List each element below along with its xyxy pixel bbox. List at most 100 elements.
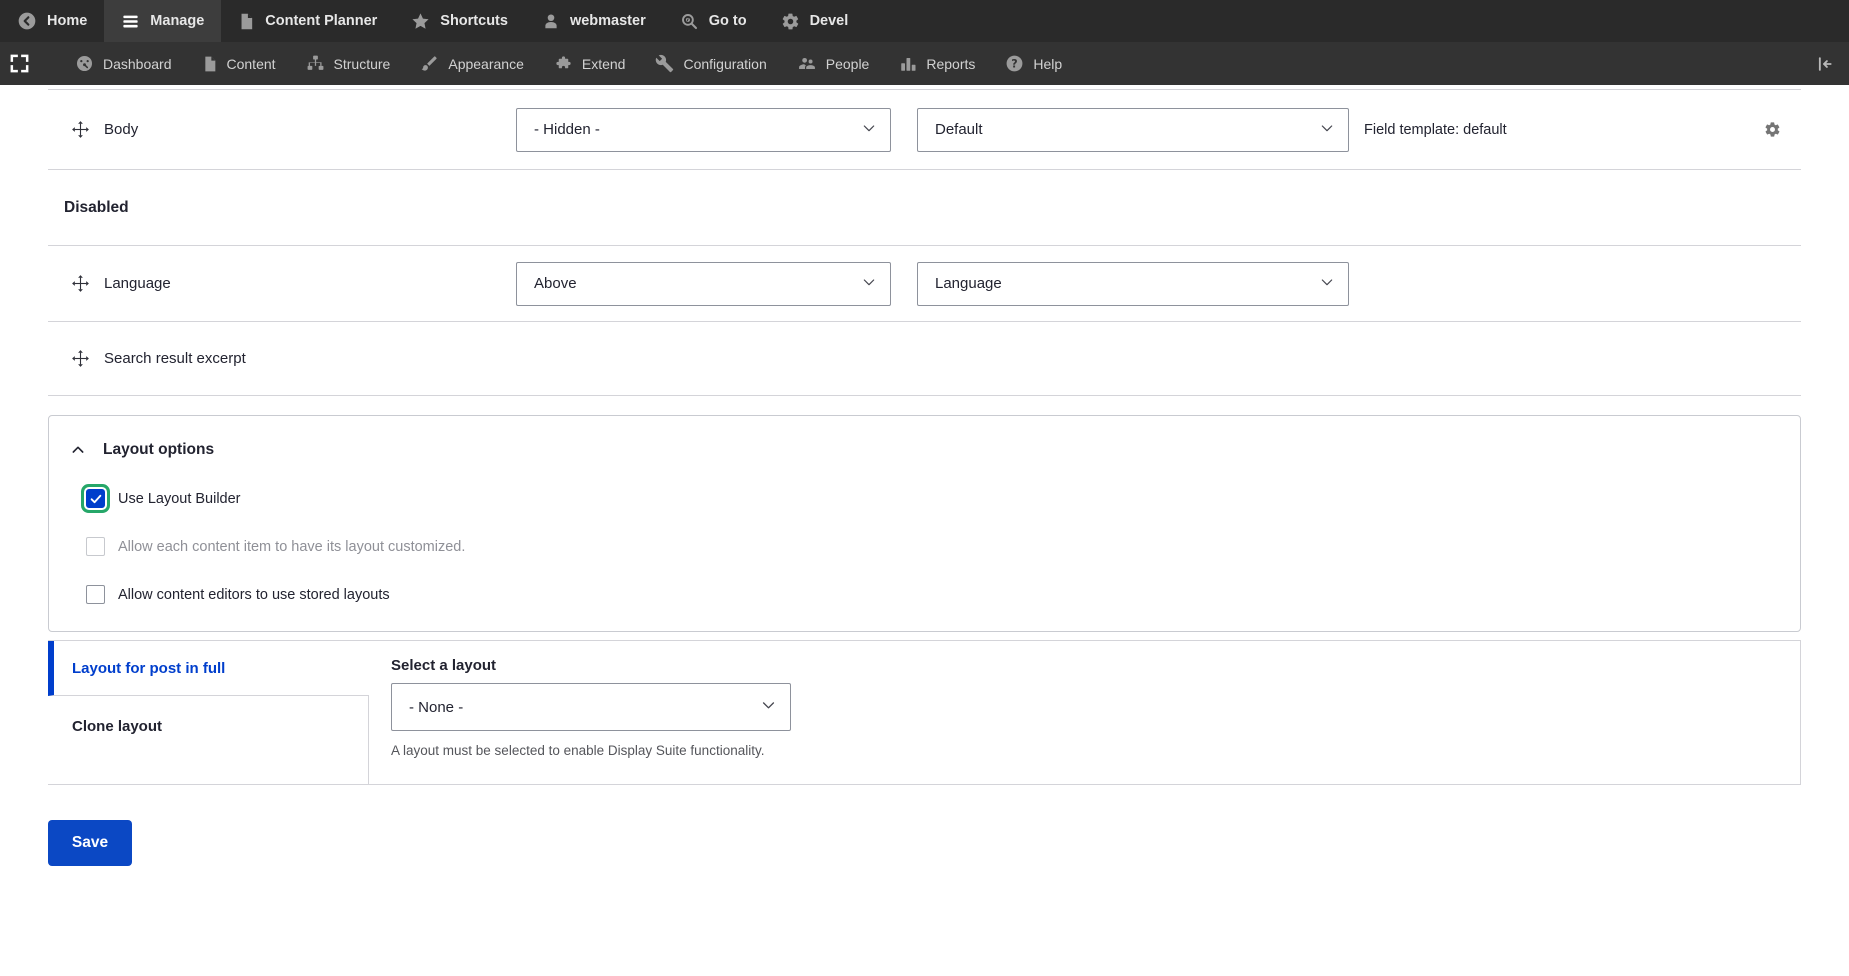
layout-select[interactable]: - None - — [391, 683, 791, 731]
use-layout-builder-checkbox[interactable] — [86, 489, 105, 508]
toolbar-item-user[interactable]: webmaster — [525, 0, 663, 42]
vertical-tabs-menu: Layout for post in full Clone layout — [48, 641, 369, 784]
field-region-select[interactable]: - Hidden - — [516, 107, 891, 152]
select-value: - None - — [409, 698, 464, 716]
field-label: Search result excerpt — [104, 350, 246, 367]
field-row-language: Language Above Language — [48, 246, 1801, 322]
checkbox-row-allow-custom: Allow each content item to have its layo… — [86, 537, 1800, 556]
toolbar-orientation-toggle-icon[interactable] — [1813, 42, 1835, 85]
toolbar-item-goto[interactable]: Go to — [663, 0, 764, 42]
gear-icon — [781, 12, 800, 31]
chevron-down-icon — [760, 697, 777, 718]
field-settings-gear-icon[interactable] — [1764, 121, 1781, 138]
field-label: Body — [104, 121, 139, 138]
toolbar-item-label: Content Planner — [265, 13, 378, 29]
layout-vertical-tabs: Layout for post in full Clone layout Sel… — [48, 640, 1801, 785]
toolbar-item-label: Home — [47, 13, 88, 29]
disabled-section-row: Disabled — [48, 170, 1801, 246]
toolbar-item-label: webmaster — [569, 13, 646, 29]
user-icon — [542, 12, 560, 31]
admin-item-structure[interactable]: Structure — [291, 42, 406, 85]
field-label-cell: Language — [48, 274, 516, 293]
checkbox-label: Allow each content item to have its layo… — [118, 538, 466, 555]
stored-layouts-checkbox[interactable] — [86, 585, 105, 604]
field-formatter-select[interactable]: Default — [917, 107, 1349, 152]
select-value: - Hidden - — [534, 121, 600, 138]
drupal-admin-icon[interactable] — [0, 42, 38, 85]
toolbar-admin: Dashboard Content Structure Appearance E… — [0, 42, 1849, 85]
admin-item-configuration[interactable]: Configuration — [640, 42, 781, 85]
admin-item-label: Content — [226, 55, 276, 72]
wrench-icon — [655, 54, 674, 73]
sitemap-icon — [306, 54, 325, 73]
toolbar-item-manage[interactable]: Manage — [104, 0, 222, 42]
checkbox-label[interactable]: Use Layout Builder — [118, 491, 241, 507]
admin-item-people[interactable]: People — [782, 42, 885, 85]
admin-item-label: Help — [1033, 55, 1063, 72]
bar-chart-icon — [899, 55, 917, 73]
toolbar-item-label: Shortcuts — [440, 13, 508, 29]
admin-item-appearance[interactable]: Appearance — [405, 42, 539, 85]
select-value: Above — [534, 275, 577, 292]
checkbox-label[interactable]: Allow content editors to use stored layo… — [118, 587, 390, 603]
admin-item-extend[interactable]: Extend — [539, 42, 641, 85]
field-label-cell: Body — [48, 120, 516, 139]
toolbar-item-label: Manage — [150, 13, 205, 29]
admin-item-label: Extend — [581, 55, 626, 72]
hamburger-icon — [121, 12, 140, 31]
chevron-down-icon — [861, 120, 877, 140]
search-icon — [680, 12, 699, 31]
brush-icon — [420, 54, 439, 73]
drag-handle-icon[interactable] — [71, 349, 90, 368]
field-template-cell: Field template: default — [1364, 121, 1801, 138]
toolbar-item-label: Devel — [809, 13, 849, 29]
allow-custom-layout-checkbox — [86, 537, 105, 556]
toolbar-item-home[interactable]: Home — [0, 0, 104, 42]
toolbar-item-shortcuts[interactable]: Shortcuts — [394, 0, 525, 42]
checkbox-row-use-layout-builder: Use Layout Builder — [86, 489, 1800, 508]
layout-options-legend[interactable]: Layout options — [49, 416, 1800, 459]
tab-layout-for-post-in-full[interactable]: Layout for post in full — [48, 641, 369, 696]
field-row-body: Body - Hidden - Default Field template: … — [48, 90, 1801, 170]
file-icon — [238, 12, 255, 31]
chevron-down-icon — [1319, 120, 1335, 140]
toolbar-top: Home Manage Content Planner Shortcuts we… — [0, 0, 1849, 42]
admin-item-label: Appearance — [448, 55, 524, 72]
vertical-tabs-pane: Select a layout - None - A layout must b… — [368, 641, 1800, 784]
svg-text:?: ? — [1012, 57, 1018, 70]
legend-text: Layout options — [103, 441, 215, 458]
toolbar-item-label: Go to — [708, 13, 747, 29]
save-button[interactable]: Save — [48, 820, 132, 866]
admin-item-label: Structure — [333, 55, 391, 72]
drag-handle-icon[interactable] — [71, 120, 90, 139]
admin-item-label: Reports — [926, 55, 976, 72]
admin-item-help[interactable]: ? Help — [990, 42, 1077, 85]
disabled-heading: Disabled — [64, 198, 129, 216]
select-value: Default — [935, 121, 983, 138]
tab-label: Clone layout — [72, 718, 163, 735]
admin-item-label: People — [825, 55, 870, 72]
back-arrow-icon — [17, 11, 37, 31]
bottom-whitespace — [48, 866, 1801, 976]
field-label-cell: Search result excerpt — [48, 349, 516, 368]
field-region-select[interactable]: Above — [516, 261, 891, 306]
field-formatter-select[interactable]: Language — [917, 261, 1349, 306]
drag-handle-icon[interactable] — [71, 274, 90, 293]
admin-item-dashboard[interactable]: Dashboard — [60, 42, 187, 85]
select-layout-label: Select a layout — [391, 657, 497, 674]
gauge-icon — [75, 54, 94, 73]
select-value: Language — [935, 275, 1002, 292]
tab-clone-layout[interactable]: Clone layout — [48, 696, 369, 735]
admin-item-label: Configuration — [683, 55, 767, 72]
chevron-down-icon — [861, 274, 877, 294]
star-icon — [411, 12, 430, 31]
admin-item-label: Dashboard — [103, 55, 172, 72]
admin-item-content[interactable]: Content — [187, 42, 291, 85]
layout-select-description: A layout must be selected to enable Disp… — [391, 743, 765, 758]
main-content: Body - Hidden - Default Field template: … — [0, 89, 1849, 976]
admin-item-reports[interactable]: Reports — [884, 42, 990, 85]
toolbar-item-devel[interactable]: Devel — [764, 0, 866, 42]
field-row-search-result-excerpt: Search result excerpt — [48, 322, 1801, 396]
toolbar-item-content-planner[interactable]: Content Planner — [221, 0, 394, 42]
checkbox-row-stored-layouts: Allow content editors to use stored layo… — [86, 585, 1800, 604]
